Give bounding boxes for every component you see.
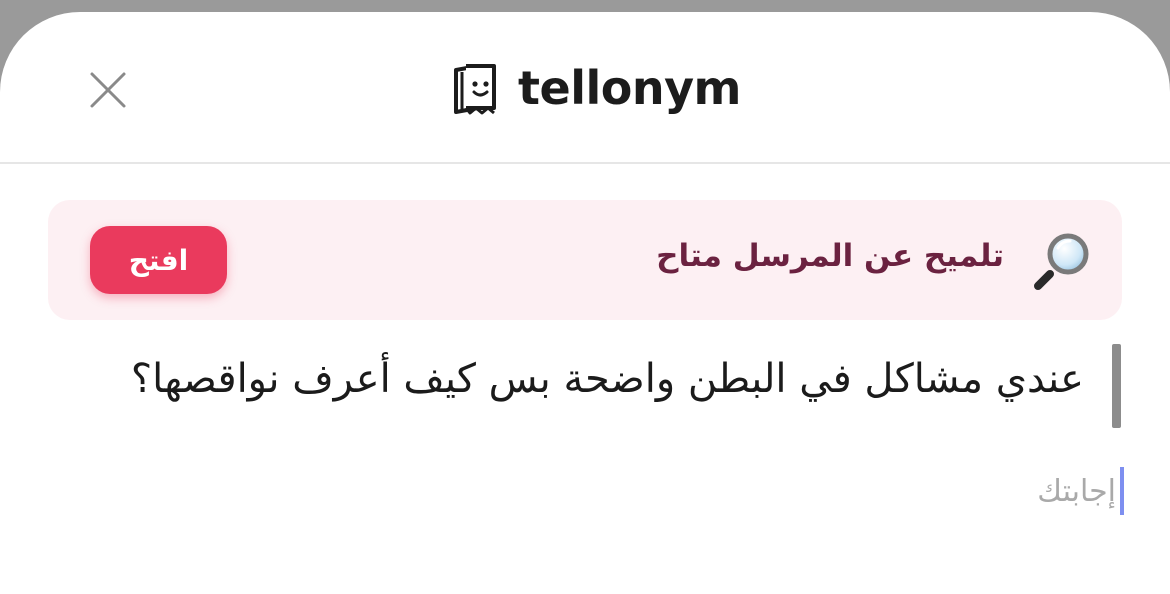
answer-field-wrapper xyxy=(520,464,1126,518)
close-icon xyxy=(90,72,126,108)
text-caret xyxy=(1120,467,1124,515)
magnifying-glass-icon xyxy=(1034,233,1089,290)
header: tellonym xyxy=(0,12,1170,164)
tell-answer-sheet: tellonym افتح تلميح عن المرسل متاح عندي … xyxy=(0,12,1170,594)
open-hint-button[interactable]: افتح xyxy=(90,226,227,294)
quote-bar xyxy=(1112,344,1121,428)
answer-input[interactable] xyxy=(520,464,1126,518)
logo-text: tellonym xyxy=(518,61,742,115)
close-button[interactable] xyxy=(84,66,132,114)
app-logo: tellonym xyxy=(448,58,742,118)
sender-hint-banner: افتح تلميح عن المرسل متاح xyxy=(48,200,1122,320)
tellonym-logo-icon xyxy=(454,64,496,115)
question-text: عندي مشاكل في البطن واضحة بس كيف أعرف نو… xyxy=(130,356,1084,402)
hint-text: تلميح عن المرسل متاح xyxy=(656,238,1004,274)
